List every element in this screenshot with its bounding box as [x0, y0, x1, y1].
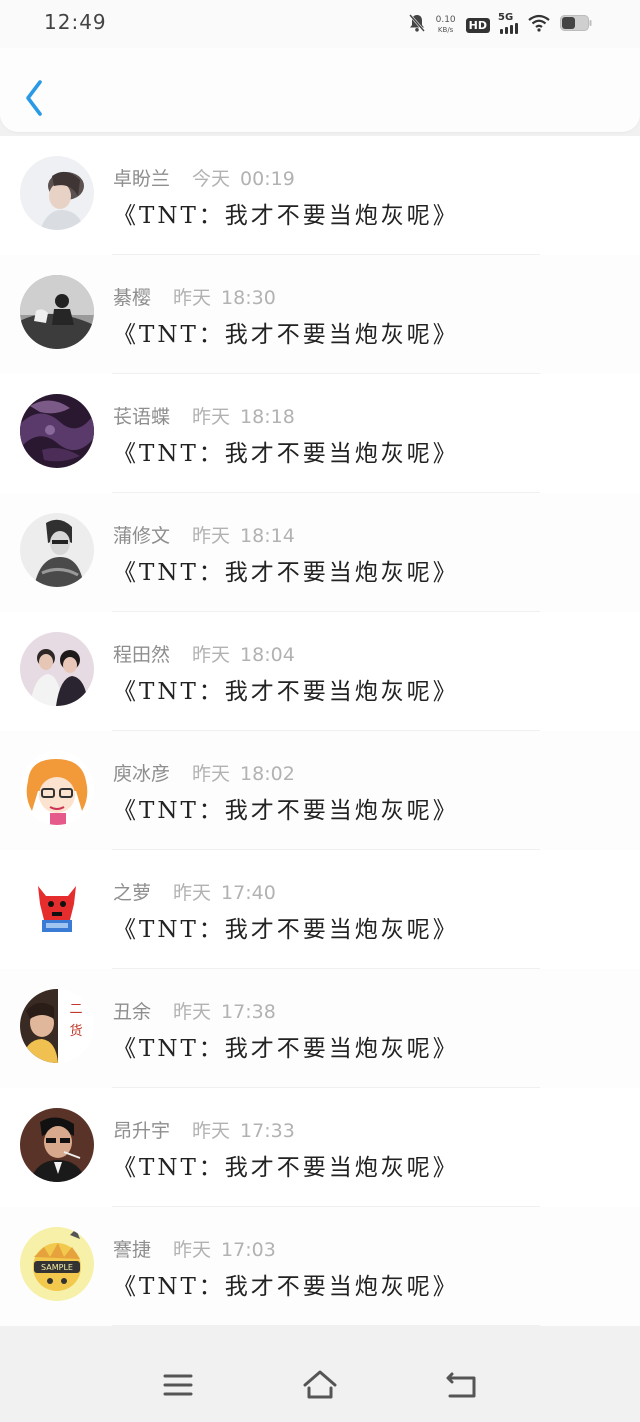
book-title: 《TNT：我才不要当炮灰呢》 [113, 441, 459, 467]
list-item[interactable]: 卓盼兰 今天 00:19 《TNT：我才不要当炮灰呢》 [0, 136, 640, 255]
svg-text:二: 二 [69, 1002, 82, 1017]
read-date: 昨天 [192, 406, 231, 428]
status-icons: 0.10 KB/s HD 5G [408, 12, 592, 38]
list-item[interactable]: 綦樱 昨天 18:30 《TNT：我才不要当炮灰呢》 [0, 255, 640, 374]
net-speed: 0.10 KB/s [436, 15, 456, 35]
meta-line: 丑余 昨天 17:38 [113, 997, 276, 1024]
list-item[interactable]: SAMPLE 謇捷 昨天 17:03 《TNT：我才不要当炮灰呢》 [0, 1207, 640, 1326]
list-item[interactable]: 蒲修文 昨天 18:14 《TNT：我才不要当炮灰呢》 [0, 493, 640, 612]
avatar [20, 751, 94, 825]
read-time: 17:40 [221, 882, 276, 904]
meta-line: 庾冰彦 昨天 18:02 [113, 759, 295, 786]
reader-list: 卓盼兰 今天 00:19 《TNT：我才不要当炮灰呢》 綦樱 昨天 18:30 《T [0, 136, 640, 1326]
read-time: 18:30 [221, 287, 276, 309]
read-date: 今天 [192, 168, 231, 190]
book-title: 《TNT：我才不要当炮灰呢》 [113, 679, 459, 705]
meta-line: 綦樱 昨天 18:30 [113, 283, 276, 310]
read-date: 昨天 [173, 882, 212, 904]
avatar: 二 货 [20, 989, 94, 1063]
avatar [20, 632, 94, 706]
svg-text:货: 货 [69, 1023, 82, 1039]
read-date: 昨天 [192, 644, 231, 666]
read-time: 17:38 [221, 1001, 276, 1023]
bottom-nav [0, 1340, 640, 1422]
back-icon [446, 1372, 476, 1398]
wifi-icon [528, 14, 550, 36]
book-title: 《TNT：我才不要当炮灰呢》 [113, 798, 459, 824]
avatar [20, 513, 94, 587]
menu-button[interactable] [158, 1368, 198, 1402]
meta-line: 卓盼兰 今天 00:19 [113, 164, 295, 191]
back-button[interactable] [18, 78, 50, 118]
read-time: 18:14 [240, 525, 295, 547]
divider [112, 1325, 540, 1326]
home-icon [303, 1370, 337, 1399]
meta-line: 謇捷 昨天 17:03 [113, 1235, 276, 1262]
meta-line: 蒲修文 昨天 18:14 [113, 521, 295, 548]
network-type-label: 5G [498, 12, 514, 23]
reader-name: 謇捷 [113, 1239, 152, 1261]
list-item[interactable]: 庾冰彦 昨天 18:02 《TNT：我才不要当炮灰呢》 [0, 731, 640, 850]
read-date: 昨天 [173, 287, 212, 309]
screen: 12:49 0.10 KB/s HD 5G 卓盼兰 今天 00:19 《TNT：… [0, 0, 640, 1422]
list-item[interactable]: 之萝 昨天 17:40 《TNT：我才不要当炮灰呢》 [0, 850, 640, 969]
list-item[interactable]: 昂升宇 昨天 17:33 《TNT：我才不要当炮灰呢》 [0, 1088, 640, 1207]
book-title: 《TNT：我才不要当炮灰呢》 [113, 1036, 459, 1062]
read-date: 昨天 [192, 1120, 231, 1142]
avatar [20, 275, 94, 349]
read-time: 18:18 [240, 406, 295, 428]
reader-name: 卓盼兰 [113, 168, 171, 190]
avatar-stamp-text: SAMPLE [41, 1263, 73, 1272]
reader-name: 苌语蝶 [113, 406, 171, 428]
mute-bell-icon [408, 13, 426, 37]
reader-name: 昂升宇 [113, 1120, 171, 1142]
book-title: 《TNT：我才不要当炮灰呢》 [113, 917, 459, 943]
book-title: 《TNT：我才不要当炮灰呢》 [113, 322, 459, 348]
book-title: 《TNT：我才不要当炮灰呢》 [113, 1274, 459, 1300]
system-back-button[interactable] [442, 1368, 482, 1402]
list-item[interactable]: 二 货 丑余 昨天 17:38 《TNT：我才不要当炮灰呢》 [0, 969, 640, 1088]
read-time: 17:33 [240, 1120, 295, 1142]
menu-icon [163, 1374, 193, 1396]
book-title: 《TNT：我才不要当炮灰呢》 [113, 1155, 459, 1181]
meta-line: 之萝 昨天 17:40 [113, 878, 276, 905]
read-time: 18:04 [240, 644, 295, 666]
cell-signal-icon: 5G [498, 12, 518, 34]
read-time: 17:03 [221, 1239, 276, 1261]
book-title: 《TNT：我才不要当炮灰呢》 [113, 203, 459, 229]
hd-badge: HD [465, 17, 490, 33]
net-speed-value: 0.10 [435, 15, 456, 25]
list-item[interactable]: 程田然 昨天 18:04 《TNT：我才不要当炮灰呢》 [0, 612, 640, 731]
net-speed-unit: KB/s [437, 26, 454, 34]
chevron-left-icon [26, 80, 42, 116]
meta-line: 苌语蝶 昨天 18:18 [113, 402, 295, 429]
list-item[interactable]: 苌语蝶 昨天 18:18 《TNT：我才不要当炮灰呢》 [0, 374, 640, 493]
read-time: 00:19 [240, 168, 295, 190]
avatar: SAMPLE [20, 1227, 94, 1301]
header [0, 48, 640, 132]
read-date: 昨天 [173, 1001, 212, 1023]
read-date: 昨天 [173, 1239, 212, 1261]
reader-name: 之萝 [113, 882, 152, 904]
read-date: 昨天 [192, 525, 231, 547]
reader-name: 綦樱 [113, 287, 152, 309]
reader-name: 庾冰彦 [113, 763, 171, 785]
reader-name: 蒲修文 [113, 525, 171, 547]
status-time: 12:49 [44, 10, 107, 34]
book-title: 《TNT：我才不要当炮灰呢》 [113, 560, 459, 586]
home-button[interactable] [300, 1368, 340, 1402]
reader-name: 程田然 [113, 644, 171, 666]
meta-line: 昂升宇 昨天 17:33 [113, 1116, 295, 1143]
reader-name: 丑余 [113, 1001, 152, 1023]
meta-line: 程田然 昨天 18:04 [113, 640, 295, 667]
read-date: 昨天 [192, 763, 231, 785]
read-time: 18:02 [240, 763, 295, 785]
avatar [20, 1108, 94, 1182]
status-bar: 12:49 0.10 KB/s HD 5G [0, 0, 640, 48]
avatar [20, 156, 94, 230]
battery-icon [560, 14, 592, 36]
avatar [20, 394, 94, 468]
avatar [20, 870, 94, 944]
